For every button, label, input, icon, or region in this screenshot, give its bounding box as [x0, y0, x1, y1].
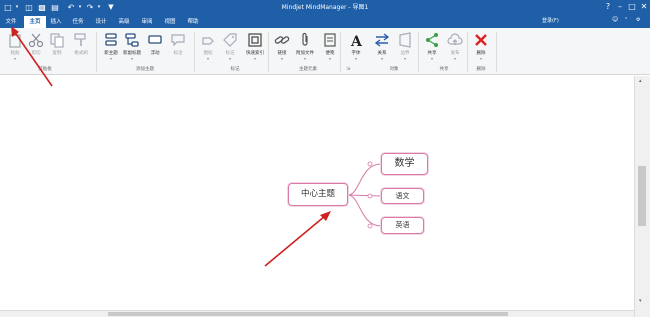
subtopic-math[interactable]: 数学: [381, 153, 428, 175]
new-subtopic-icon: [125, 33, 139, 47]
new-topic-icon: [105, 33, 117, 46]
quick-index-dropdown-icon[interactable]: ▾: [241, 56, 269, 61]
tab-insert[interactable]: 插入: [48, 16, 64, 28]
floating-topic-icon: [148, 35, 162, 44]
subtopic-english[interactable]: 英语: [381, 217, 424, 234]
tag-button[interactable]: 标记 ▾: [216, 32, 244, 66]
branch-line-3: [347, 194, 382, 227]
cloud-upload-icon: [447, 33, 463, 45]
vertical-scrollbar[interactable]: ▴ ▾: [634, 76, 650, 317]
delete-dropdown-icon[interactable]: ▾: [467, 56, 495, 61]
branch-handle-3: [367, 223, 373, 229]
settings-icon[interactable]: ⚙: [636, 17, 640, 23]
relationship-icon: [374, 33, 390, 47]
help-icon[interactable]: ?: [602, 1, 614, 13]
maximize-icon[interactable]: □: [626, 1, 638, 13]
link-icon: [274, 36, 290, 44]
close-icon[interactable]: ✕: [638, 1, 650, 13]
group-label-clipboard: 剪贴板: [38, 67, 52, 72]
tab-view[interactable]: 视图: [162, 16, 178, 28]
collapse-ribbon-icon[interactable]: ⌃: [624, 17, 628, 23]
share-icon: [426, 33, 438, 47]
scroll-down-icon[interactable]: ▾: [639, 298, 642, 304]
group-label-markers: 标记: [230, 67, 240, 72]
boundary-icon: [399, 32, 411, 48]
font-dropdown-icon[interactable]: ▾: [342, 56, 370, 61]
marker-icon: [202, 37, 214, 45]
smiley-icon[interactable]: ☺: [612, 16, 618, 23]
undo-icon[interactable]: ↶: [66, 2, 76, 12]
minimize-icon[interactable]: –: [614, 1, 626, 13]
group-label-objects: 对象: [389, 67, 399, 72]
dropdown-icon[interactable]: ▾: [14, 2, 20, 12]
copy-icon: [50, 33, 64, 48]
grid-icon: [248, 33, 262, 47]
attach-dropdown-icon[interactable]: ▾: [291, 56, 319, 61]
group-label-share: 共享: [439, 67, 449, 72]
branch-handle-1: [367, 161, 373, 167]
tab-advanced[interactable]: 高级: [116, 16, 132, 28]
tab-file[interactable]: 文件: [2, 16, 20, 28]
publish-button[interactable]: 发布 ▾: [441, 32, 469, 66]
print-icon[interactable]: ▤: [50, 2, 60, 12]
attach-file-button[interactable]: 附加文件 ▾: [291, 32, 319, 66]
tab-help[interactable]: 帮助: [185, 16, 201, 28]
subtopic-chinese[interactable]: 语文: [381, 188, 424, 204]
save-icon[interactable]: ▩: [37, 2, 47, 12]
branch-handle-2: [367, 193, 373, 199]
dialog-launcher-icon[interactable]: ⇲: [346, 66, 350, 72]
svg-text:A: A: [350, 34, 363, 48]
customize-icon[interactable]: ▼: [106, 2, 116, 12]
boundary-button[interactable]: 边界 ▾: [391, 32, 419, 66]
font-button[interactable]: A 字体 ▾: [342, 32, 370, 66]
group-separator: [496, 32, 497, 72]
horizontal-scroll-thumb[interactable]: [108, 312, 508, 316]
delete-x-icon: [475, 34, 487, 46]
paste-icon: [9, 33, 21, 48]
font-icon: A: [350, 34, 363, 48]
tag-icon: [223, 33, 237, 47]
new-file-icon[interactable]: □: [3, 2, 13, 12]
tab-home[interactable]: 主页: [24, 16, 46, 28]
group-separator: [340, 32, 341, 72]
redo-icon[interactable]: ↷: [85, 2, 95, 12]
group-label-add-topic: 添加主题: [136, 67, 154, 72]
tag-dropdown-icon[interactable]: ▾: [216, 56, 244, 61]
callout-icon: [171, 34, 185, 47]
ribbon-tabs: 文件 主页 插入 任务 设计 高级 审阅 视图 帮助 登录(F) ☺ ⌃ ⚙: [0, 14, 650, 28]
callout-button[interactable]: 标注: [164, 32, 192, 66]
horizontal-scrollbar[interactable]: [0, 310, 634, 317]
group-label-delete: 删除: [476, 67, 486, 72]
tab-design[interactable]: 设计: [93, 16, 109, 28]
delete-button[interactable]: 删除 ▾: [467, 32, 495, 66]
publish-dropdown-icon[interactable]: ▾: [441, 56, 469, 61]
central-topic[interactable]: 中心主题: [288, 183, 348, 206]
vertical-scroll-thumb[interactable]: [638, 166, 646, 226]
title-bar: □ ▾ ◫ ▩ ▤ ↶ ▾ ↷ ▾ ▼ Mindjet MindManager …: [0, 0, 650, 14]
tab-task[interactable]: 任务: [70, 16, 86, 28]
signin-link[interactable]: 登录(F): [542, 17, 559, 24]
ribbon: 粘贴 ▾ 剪切 复制 格式刷 剪贴板 新主题 ▾ 新副标题 ▾ 浮动 标注 添加…: [0, 28, 650, 75]
scissors-icon: [28, 33, 44, 48]
group-label-topic-elements: 主题元素: [299, 67, 317, 72]
format-painter-button[interactable]: 格式刷: [67, 32, 95, 66]
paperclip-icon: [302, 32, 308, 46]
quick-index-button[interactable]: 快速索引 ▾: [241, 32, 269, 66]
brush-icon: [74, 33, 86, 46]
redo-dropdown-icon[interactable]: ▾: [96, 2, 102, 12]
scroll-up-icon[interactable]: ▴: [639, 78, 642, 84]
tab-review[interactable]: 审阅: [139, 16, 155, 28]
undo-dropdown-icon[interactable]: ▾: [77, 2, 83, 12]
open-folder-icon[interactable]: ◫: [24, 2, 34, 12]
branch-line-1: [347, 163, 382, 196]
branch-line-2: [347, 194, 382, 197]
boundary-dropdown-icon[interactable]: ▾: [391, 56, 419, 61]
notes-icon: [324, 33, 336, 47]
annotation-arrow-line: [264, 215, 326, 267]
map-canvas[interactable]: 中心主题 数学 语文 英语: [0, 76, 634, 310]
